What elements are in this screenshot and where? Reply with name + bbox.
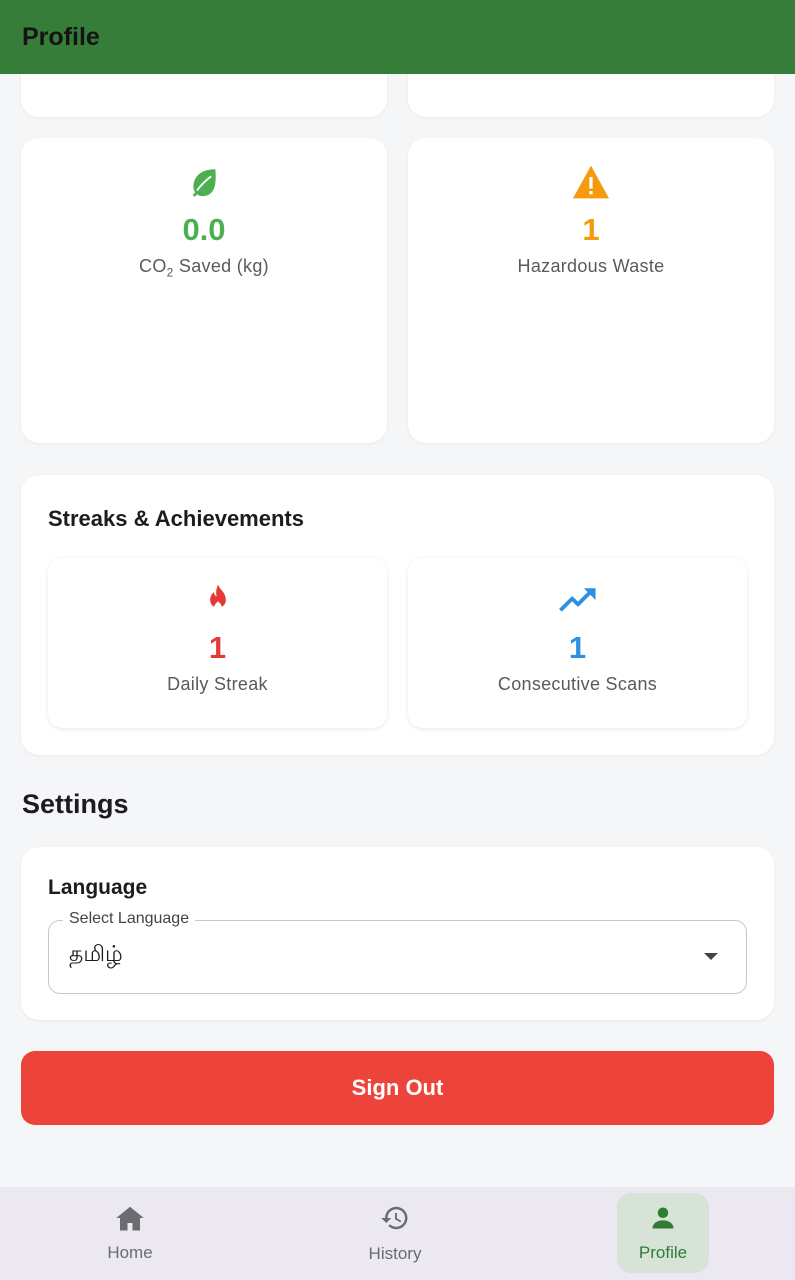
daily-streak-label: Daily Streak — [167, 674, 268, 694]
consecutive-scans-card: 1 Consecutive Scans — [408, 558, 747, 728]
streaks-card: Streaks & Achievements 1 Daily Streak 1 … — [21, 475, 774, 755]
daily-streak-value: 1 — [208, 630, 227, 665]
consecutive-scans-label: Consecutive Scans — [497, 674, 658, 694]
nav-label-history: History — [368, 1243, 422, 1263]
language-select[interactable]: Select Language தமிழ் — [48, 910, 747, 994]
warning-icon — [571, 162, 611, 202]
page-title: Profile — [22, 22, 100, 51]
co2-saved-value: 0.0 — [182, 212, 226, 247]
language-select-value: தமிழ் — [69, 941, 123, 966]
trending-up-icon — [558, 580, 598, 620]
nav-item-home[interactable]: Home — [84, 1193, 176, 1273]
co2-saved-card: 0.0 CO2 Saved (kg) — [21, 138, 387, 443]
consecutive-scans-value: 1 — [568, 630, 587, 665]
hazardous-waste-label: Hazardous Waste — [517, 256, 665, 276]
hazardous-waste-card: 1 Hazardous Waste — [408, 138, 774, 443]
bottom-navigation: Home History Profile — [0, 1187, 795, 1280]
daily-streak-card: 1 Daily Streak — [48, 558, 387, 728]
home-icon — [115, 1204, 145, 1237]
streaks-title: Streaks & Achievements — [48, 506, 304, 531]
language-card: Language Select Language தமிழ் — [21, 847, 774, 1020]
sign-out-button[interactable]: Sign Out — [21, 1051, 774, 1125]
fire-icon — [198, 580, 238, 620]
leaf-icon — [184, 162, 224, 202]
nav-label-profile: Profile — [638, 1242, 688, 1262]
person-icon — [649, 1204, 677, 1237]
history-icon — [380, 1203, 410, 1238]
co2-saved-label: CO2 Saved (kg) — [139, 256, 269, 280]
settings-heading: Settings — [22, 789, 129, 819]
nav-item-profile[interactable]: Profile — [617, 1193, 709, 1273]
hazardous-waste-value: 1 — [582, 212, 600, 247]
app-bar: Profile — [0, 0, 795, 74]
dropdown-arrow-icon[interactable] — [704, 953, 718, 960]
language-select-label: Select Language — [63, 910, 196, 928]
nav-label-home: Home — [107, 1242, 153, 1262]
nav-item-history[interactable]: History — [349, 1193, 441, 1273]
language-title: Language — [48, 876, 148, 899]
